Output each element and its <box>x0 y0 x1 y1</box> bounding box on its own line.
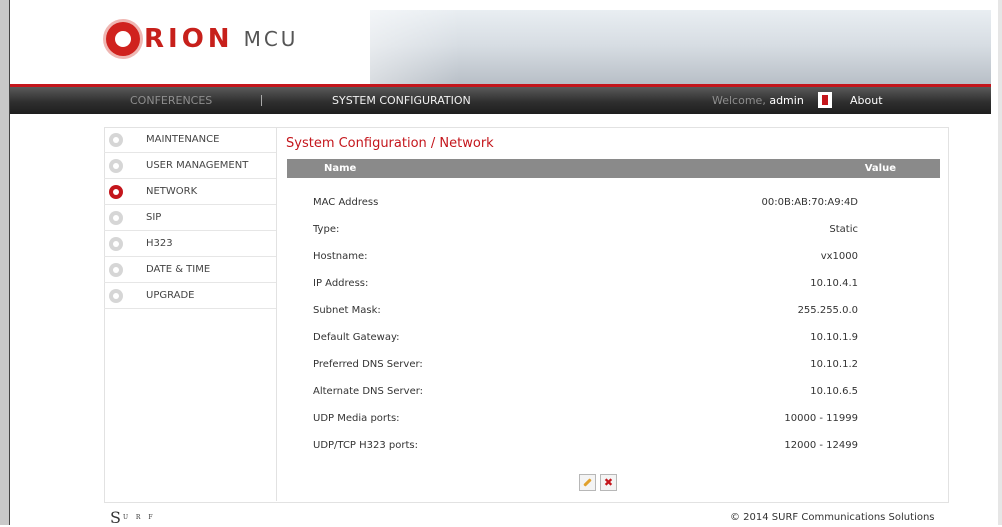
row-value: vx1000 <box>820 251 858 262</box>
sidebar: MAINTENANCE USER MANAGEMENT NETWORK SIP H323… <box>104 127 277 501</box>
row-value: 00:0B:AB:70:A9:4D <box>761 197 858 208</box>
table-row: MAC Address 00:0B:AB:70:A9:4D <box>287 189 940 216</box>
sidebar-item-label: MAINTENANCE <box>146 134 220 145</box>
table-header: Name Value <box>287 159 940 178</box>
sidebar-item-label: NETWORK <box>146 186 198 197</box>
sidebar-item-user-management[interactable]: USER MANAGEMENT <box>104 153 276 179</box>
logo-o-icon <box>106 22 140 56</box>
sidebar-item-network[interactable]: NETWORK <box>104 179 276 205</box>
row-value: 10.10.1.2 <box>810 359 858 370</box>
action-buttons: ✖ <box>579 474 617 491</box>
edit-button[interactable] <box>579 474 596 491</box>
sidebar-item-h323[interactable]: H323 <box>104 231 276 257</box>
logout-icon[interactable] <box>818 92 832 108</box>
top-navbar: CONFERENCES SYSTEM CONFIGURATION Welcome… <box>10 87 991 114</box>
target-icon <box>109 158 123 173</box>
surf-logo: SU R F <box>108 507 156 527</box>
table-row: Hostname: vx1000 <box>287 243 940 270</box>
surf-logo-text: U R F <box>122 514 156 521</box>
column-header-value: Value <box>864 163 896 174</box>
row-name: UDP Media ports: <box>313 413 400 424</box>
table-row: Preferred DNS Server: 10.10.1.2 <box>287 351 940 378</box>
column-header-name: Name <box>324 163 357 174</box>
target-icon <box>109 262 123 277</box>
row-value: 10.10.1.9 <box>810 332 858 343</box>
row-value: 10.10.4.1 <box>810 278 858 289</box>
row-name: UDP/TCP H323 ports: <box>313 440 418 451</box>
username: admin <box>769 94 804 107</box>
sidebar-item-label: SIP <box>146 212 162 223</box>
row-value: 12000 - 12499 <box>784 440 858 451</box>
row-name: Alternate DNS Server: <box>313 386 424 397</box>
logo-subtext: MCU <box>243 27 299 51</box>
nav-separator <box>261 95 262 106</box>
target-icon <box>109 210 123 225</box>
row-name: Subnet Mask: <box>313 305 381 316</box>
window-right-edge <box>998 0 1002 525</box>
sidebar-item-upgrade[interactable]: UPGRADE <box>104 283 276 309</box>
row-name: IP Address: <box>313 278 369 289</box>
welcome-text: Welcome, admin <box>712 94 804 107</box>
orion-logo: RION MCU <box>106 22 298 56</box>
surf-logo-initial: S <box>110 508 121 527</box>
header-photo <box>370 10 991 88</box>
nav-conferences[interactable]: CONFERENCES <box>130 94 212 107</box>
sidebar-item-label: UPGRADE <box>146 290 195 301</box>
row-value: 255.255.0.0 <box>797 305 858 316</box>
table-row: Subnet Mask: 255.255.0.0 <box>287 297 940 324</box>
sidebar-item-label: USER MANAGEMENT <box>146 160 249 171</box>
header-banner: RION MCU <box>10 10 991 88</box>
table-row: IP Address: 10.10.4.1 <box>287 270 940 297</box>
page-title: System Configuration / Network <box>286 136 494 151</box>
row-name: Default Gateway: <box>313 332 400 343</box>
row-name: MAC Address <box>313 197 379 208</box>
sidebar-item-date-time[interactable]: DATE & TIME <box>104 257 276 283</box>
main-panel: System Configuration / Network Name Valu… <box>277 127 947 501</box>
table-row: Alternate DNS Server: 10.10.6.5 <box>287 378 940 405</box>
nav-about[interactable]: About <box>850 94 883 107</box>
sidebar-item-sip[interactable]: SIP <box>104 205 276 231</box>
row-name: Hostname: <box>313 251 368 262</box>
table-row: UDP Media ports: 10000 - 11999 <box>287 405 940 432</box>
target-icon <box>109 288 123 303</box>
target-icon <box>109 184 123 199</box>
row-value: 10.10.6.5 <box>810 386 858 397</box>
sidebar-item-label: DATE & TIME <box>146 264 211 275</box>
target-icon <box>109 132 123 147</box>
cancel-icon: ✖ <box>603 476 614 489</box>
table-row: UDP/TCP H323 ports: 12000 - 12499 <box>287 432 940 459</box>
row-value: Static <box>829 224 858 235</box>
row-name: Preferred DNS Server: <box>313 359 423 370</box>
table-row: Default Gateway: 10.10.1.9 <box>287 324 940 351</box>
sidebar-item-maintenance[interactable]: MAINTENANCE <box>104 127 276 153</box>
window-left-edge <box>0 0 10 525</box>
edit-icon <box>583 478 592 487</box>
target-icon <box>109 236 123 251</box>
app-window: RION MCU CONFERENCES SYSTEM CONFIGURATIO… <box>0 0 1002 527</box>
logo-text: RION <box>144 24 234 54</box>
copyright-text: © 2014 SURF Communications Solutions <box>730 512 935 523</box>
nav-system-configuration[interactable]: SYSTEM CONFIGURATION <box>332 94 471 107</box>
table-row: Type: Static <box>287 216 940 243</box>
row-value: 10000 - 11999 <box>784 413 858 424</box>
welcome-label: Welcome, <box>712 94 766 107</box>
row-name: Type: <box>313 224 340 235</box>
network-table: MAC Address 00:0B:AB:70:A9:4D Type: Static H… <box>287 189 940 459</box>
sidebar-item-label: H323 <box>146 238 173 249</box>
cancel-button[interactable]: ✖ <box>600 474 617 491</box>
